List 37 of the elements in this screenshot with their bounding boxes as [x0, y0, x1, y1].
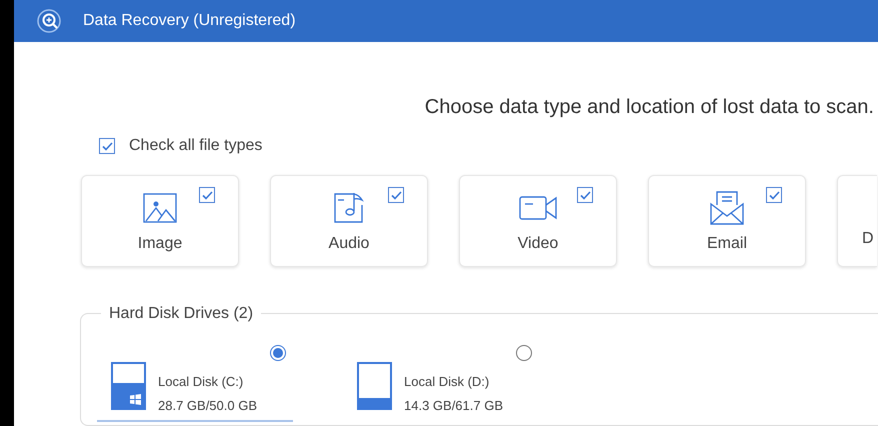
checkbox[interactable] [99, 138, 115, 154]
checkbox[interactable] [388, 187, 404, 203]
file-type-card[interactable]: Audio [270, 175, 428, 267]
drive-item[interactable]: Local Disk (D:) 14.3 GB/61.7 GB [343, 346, 539, 422]
envelope-icon [709, 190, 745, 226]
radio-button[interactable] [270, 345, 286, 361]
file-type-label: Email [706, 234, 747, 254]
checkbox[interactable] [766, 187, 782, 203]
checkmark-icon [202, 190, 212, 200]
drive-item[interactable]: Local Disk (C:) 28.7 GB/50.0 GB [97, 346, 293, 422]
file-type-label: Image [138, 234, 182, 254]
file-type-card[interactable]: Image [81, 175, 239, 267]
file-type-card[interactable]: Email [648, 175, 806, 267]
file-type-label: D [862, 229, 874, 249]
checkbox[interactable] [577, 187, 593, 203]
drive-size: 14.3 GB/61.7 GB [404, 396, 504, 414]
drive-name: Local Disk (C:) [158, 373, 244, 391]
file-type-label: Video [518, 234, 558, 254]
heading: Choose data type and location of lost data to scan. [424, 95, 874, 120]
drive-size: 28.7 GB/50.0 GB [158, 396, 258, 414]
checkmark-icon [580, 190, 590, 200]
checkmark-icon [102, 142, 112, 150]
checkbox[interactable] [199, 187, 215, 203]
music-file-icon [332, 191, 366, 225]
video-camera-icon [518, 194, 558, 222]
windows-logo-icon [130, 394, 141, 405]
picture-icon [142, 192, 178, 224]
file-type-card[interactable]: D [837, 175, 877, 267]
file-type-card[interactable]: Video [459, 175, 617, 267]
check-all-label: Check all file types [129, 136, 262, 156]
magnifier-plus-icon [35, 7, 63, 35]
file-type-label: Audio [328, 234, 370, 254]
window-title: Data Recovery (Unregistered) [83, 11, 296, 31]
checkmark-icon [390, 190, 402, 200]
checkmark-icon [768, 190, 780, 200]
radio-button[interactable] [516, 345, 532, 361]
drive-name: Local Disk (D:) [404, 373, 490, 391]
